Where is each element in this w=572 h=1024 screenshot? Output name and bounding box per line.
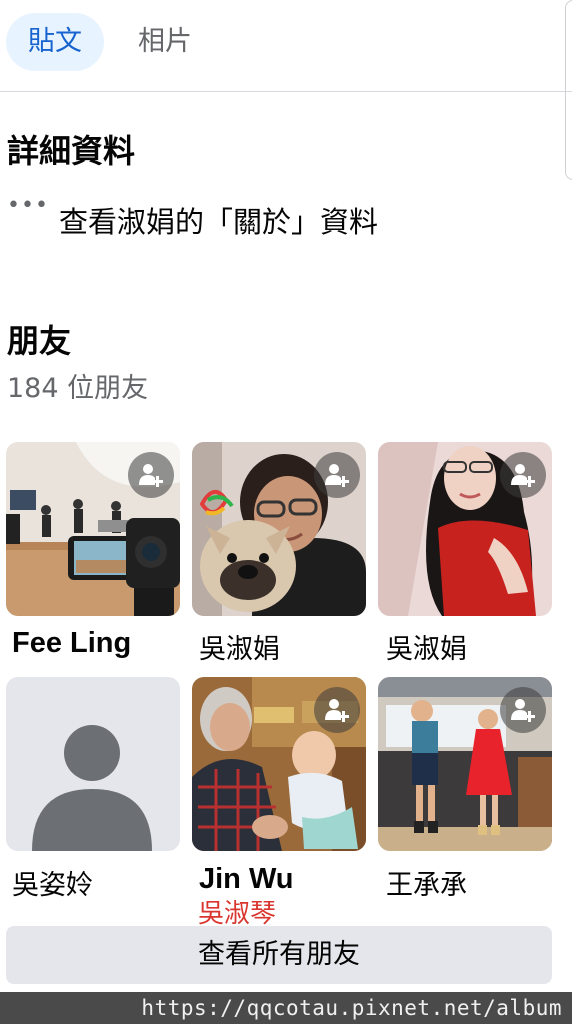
friends-title: 朋友 (7, 322, 72, 360)
friend-photo-3[interactable] (378, 442, 552, 616)
add-friend-button[interactable] (314, 452, 360, 498)
about-link[interactable]: 查看淑娟的「關於」資料 (59, 199, 378, 241)
add-friend-button[interactable] (500, 452, 546, 498)
friend-name-3[interactable]: 吳淑娟 (386, 627, 467, 666)
friends-count: 184 位朋友 (7, 373, 149, 404)
scroll-edge (565, 0, 572, 180)
friend-subname-5: 吳淑琴 (198, 899, 277, 929)
tab-posts[interactable]: 貼文 (6, 13, 104, 71)
friend-photo-2[interactable] (192, 442, 366, 616)
default-avatar (32, 725, 152, 851)
watermark-url: https://qqcotau.pixnet.net/album (0, 992, 572, 1024)
friend-name-2[interactable]: 吳淑娟 (199, 627, 280, 666)
profile-tabs: 貼文 相片 (0, 0, 572, 92)
add-friend-icon (325, 464, 349, 487)
friend-name-5[interactable]: Jin Wu (199, 863, 294, 896)
add-friend-icon (511, 464, 535, 487)
friend-name-6[interactable]: 王承承 (386, 863, 467, 902)
add-friend-button[interactable] (128, 452, 174, 498)
see-all-friends-button[interactable]: 查看所有朋友 (6, 926, 552, 984)
friend-photo-6[interactable] (378, 677, 552, 851)
friend-name-1[interactable]: Fee Ling (12, 627, 131, 660)
more-dots-icon: ••• (7, 193, 49, 218)
friend-photo-5[interactable] (192, 677, 366, 851)
friend-photo-1[interactable] (6, 442, 180, 616)
add-friend-icon (139, 464, 163, 487)
tab-photos[interactable]: 相片 (138, 13, 192, 71)
add-friend-button[interactable] (500, 687, 546, 733)
add-friend-button[interactable] (314, 687, 360, 733)
friend-name-4[interactable]: 吳姿姈 (12, 863, 93, 902)
add-friend-icon (325, 699, 349, 722)
add-friend-icon (511, 699, 535, 722)
friend-photo-4[interactable] (6, 677, 180, 851)
details-title: 詳細資料 (7, 132, 136, 170)
